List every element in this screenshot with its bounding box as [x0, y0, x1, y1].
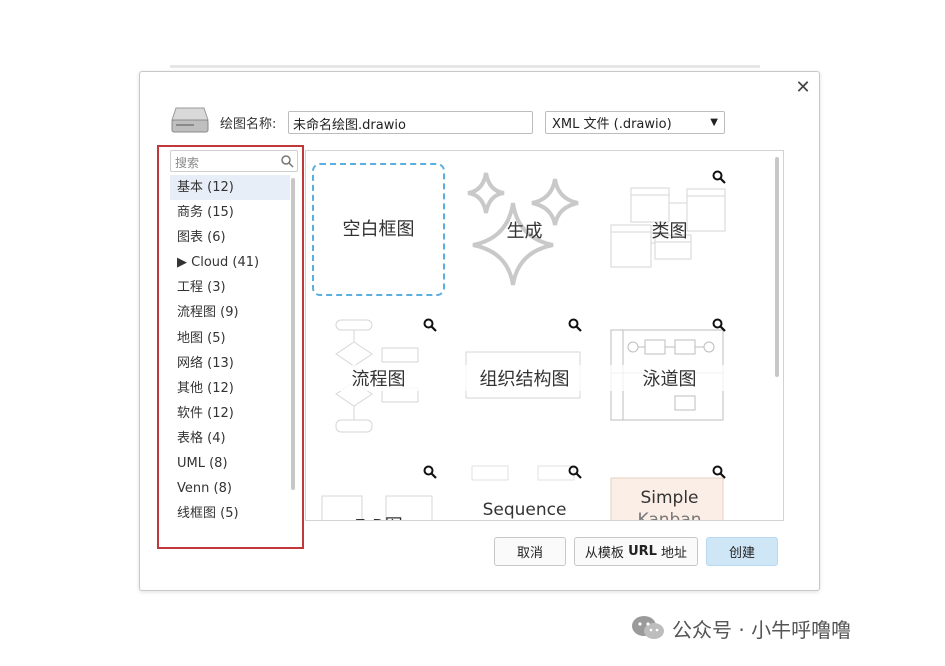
from-url-prefix: 从模板: [584, 546, 629, 561]
diagram-name-label: 绘图名称:: [220, 117, 277, 132]
diagram-name-input[interactable]: 未命名绘图.drawio: [288, 111, 533, 134]
template-kanban-label-1: Simple: [640, 488, 699, 508]
preview-zoom-icon[interactable]: [423, 465, 437, 479]
wechat-icon: [632, 616, 664, 639]
template-er-label: E-R图: [312, 512, 445, 520]
template-generate-label: 生成: [506, 221, 543, 242]
preview-zoom-icon[interactable]: [712, 465, 726, 479]
preview-zoom-icon[interactable]: [712, 318, 726, 332]
template-flowchart-label: 流程图: [312, 365, 445, 391]
background-divider: [170, 65, 760, 68]
preview-zoom-icon[interactable]: [423, 318, 437, 332]
close-icon[interactable]: ✕: [793, 78, 813, 98]
template-blank-diagram[interactable]: 空白框图: [312, 163, 445, 296]
from-url-bold: URL: [628, 544, 657, 559]
template-orgchart-label: 组织结构图: [458, 365, 591, 391]
template-row-3: E-R图 Sequence Simple Kanban: [306, 456, 776, 520]
create-button[interactable]: 创建: [706, 537, 778, 566]
template-kanban-label-2: Kanban: [637, 510, 702, 520]
template-class-label: 类图: [651, 221, 688, 242]
file-format-select[interactable]: XML 文件 (.drawio) ▼: [545, 111, 725, 134]
template-blank-label: 空白框图: [314, 215, 443, 241]
template-sequence-label: Sequence: [482, 500, 567, 520]
chevron-down-icon: ▼: [710, 117, 718, 128]
file-format-value: XML 文件 (.drawio): [552, 117, 672, 132]
cancel-button[interactable]: 取消: [494, 537, 566, 566]
preview-zoom-icon[interactable]: [568, 318, 582, 332]
preview-zoom-icon[interactable]: [568, 465, 582, 479]
from-template-url-button[interactable]: 从模板 URL 地址: [574, 537, 698, 566]
gallery-scrollbar[interactable]: [775, 157, 779, 377]
template-generate[interactable]: 生成: [458, 163, 591, 296]
highlight-annotation-box: [157, 145, 304, 549]
watermark: 公众号 · 小牛呼噜噜: [630, 612, 851, 644]
preview-zoom-icon[interactable]: [712, 170, 726, 184]
drive-icon: [171, 107, 209, 133]
template-swimlane-label: 泳道图: [603, 365, 736, 391]
from-url-suffix: 地址: [656, 546, 688, 561]
watermark-text: 公众号 · 小牛呼噜噜: [672, 617, 852, 642]
